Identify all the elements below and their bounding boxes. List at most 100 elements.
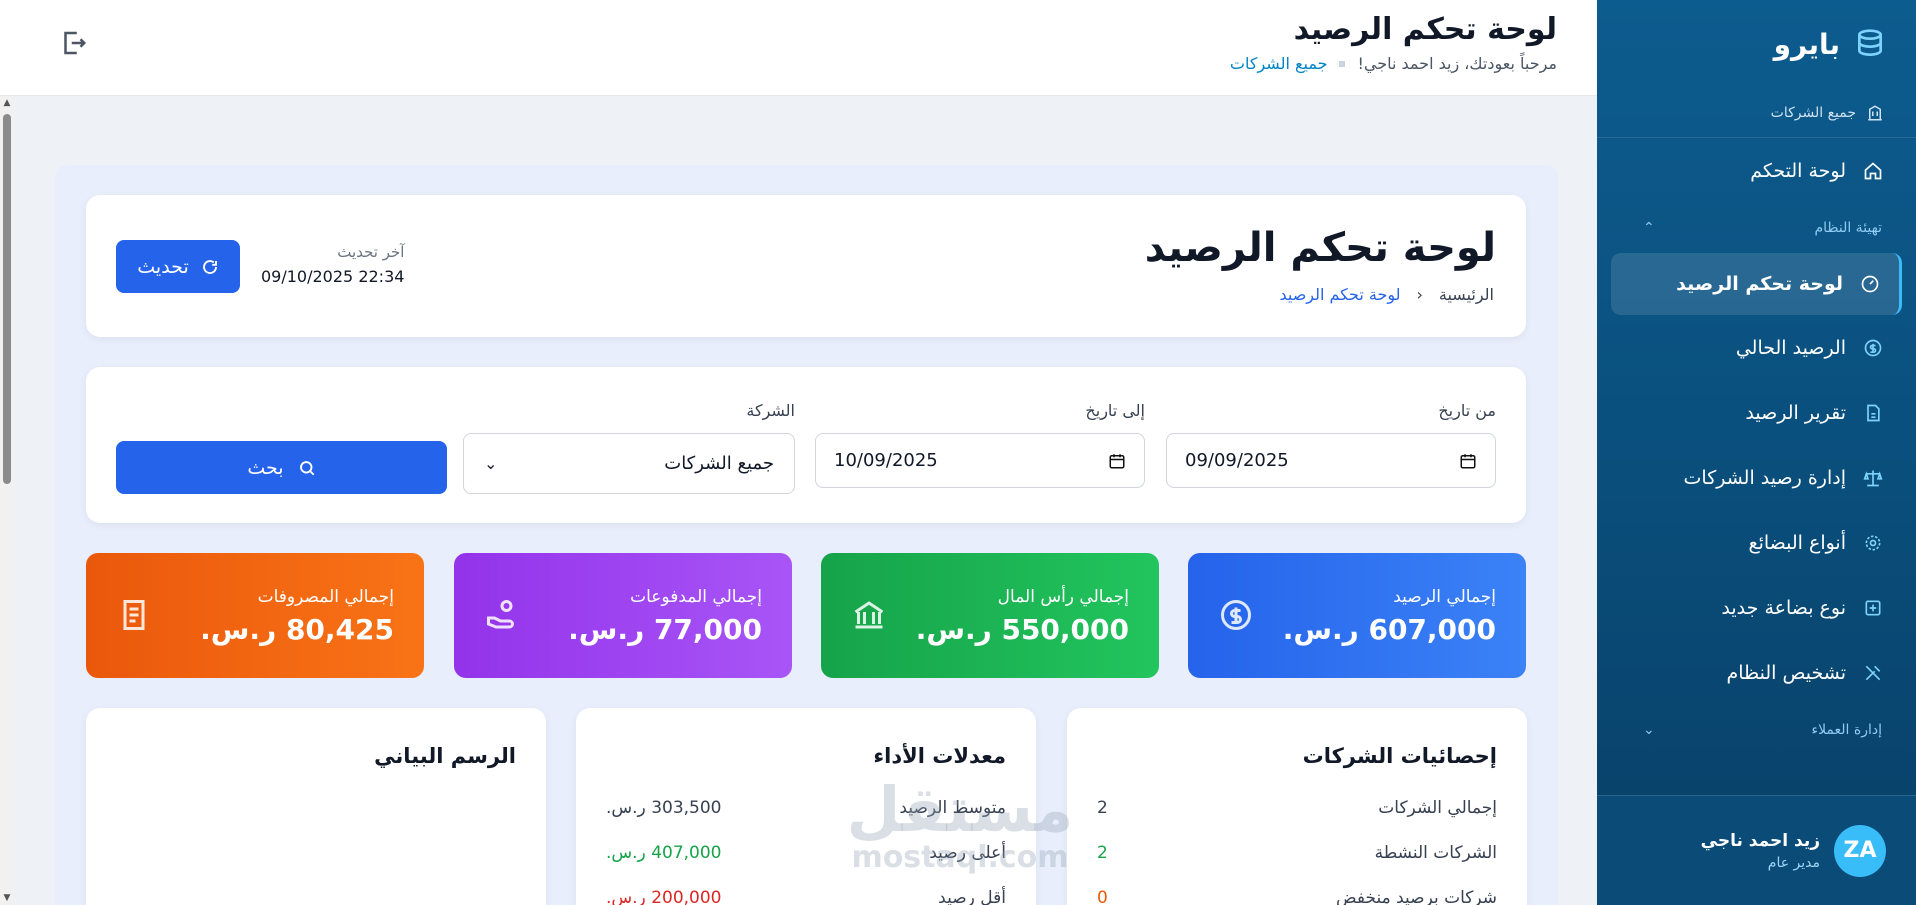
chevron-down-icon: ⌄ [1643,722,1655,738]
sidebar-item-current-balance[interactable]: الرصيد الحالي [1597,315,1916,380]
dollar-circle-icon [1221,600,1251,630]
stat-total-capital: إجمالي رأس المال 550,000 ر.س. [821,553,1159,678]
refresh-button[interactable]: تحديث [116,240,240,293]
stat-label: إجمالي الرصيد [1393,587,1496,607]
row-value: 407,000 ر.س. [606,843,722,863]
breadcrumb-home[interactable]: الرئيسية [1439,285,1494,304]
dashboard-title: لوحة تحكم الرصيد [1144,225,1496,271]
company-link[interactable]: جميع الشركات [1230,54,1328,73]
bank-icon [854,601,884,629]
logout-icon[interactable] [58,28,88,58]
scroll-up-icon[interactable]: ▲ [2,98,12,108]
to-date-label: إلى تاريخ [1085,401,1145,420]
scale-icon [1862,467,1884,489]
sidebar-item-label: لوحة تحكم الرصيد [1676,273,1843,295]
stat-total-balance: إجمالي الرصيد 607,000 ر.س. [1188,553,1526,678]
sidebar-item-dashboard[interactable]: لوحة التحكم [1597,138,1916,203]
home-icon [1862,160,1884,182]
breadcrumb: الرئيسية ‹ لوحة تحكم الرصيد [1279,285,1494,304]
sidebar-item-label: تقرير الرصيد [1745,401,1846,424]
stat-total-expenses: إجمالي المصروفات 80,425 ر.س. [86,553,424,678]
filter-card: من تاريخ 09/09/2025 إلى تاريخ 10/09/2025… [86,367,1526,523]
sidebar-item-label: الرصيد الحالي [1735,336,1846,359]
sidebar-item-label: إدارة رصيد الشركات [1683,466,1846,489]
sidebar-item-goods-types[interactable]: أنواع البضائع [1597,510,1916,575]
row-value: 2 [1097,798,1108,818]
card-title: الرسم البياني [374,744,516,768]
building-icon [1868,104,1882,120]
watermark-latin: mostaql.com [851,840,1069,875]
stat-value: 77,000 ر.س. [568,613,762,646]
list-item: إجمالي الشركات 2 [1097,798,1497,818]
sidebar-item-new-goods-type[interactable]: نوع بضاعة جديد [1597,575,1916,640]
sidebar-item-label: تشخيص النظام [1726,661,1847,684]
scrollbar-thumb[interactable] [3,114,11,484]
sidebar-item-balance-report[interactable]: تقرير الرصيد [1597,380,1916,445]
hand-coins-icon [487,600,514,629]
from-date-input[interactable]: 09/09/2025 [1166,433,1496,488]
row-value: 2 [1097,843,1108,863]
calendar-icon[interactable] [1459,452,1477,470]
chevron-left-icon: ‹ [1416,285,1423,304]
section-system-config[interactable]: تهيئة النظام ⌃ [1597,203,1916,253]
stat-label: إجمالي رأس المال [997,587,1129,607]
list-item: الشركات النشطة 2 [1097,843,1497,863]
sidebar-item-system-diagnostics[interactable]: تشخيص النظام [1597,640,1916,705]
last-update-label: آخر تحديث [337,243,405,261]
stat-value: 80,425 ر.س. [200,613,394,646]
list-item: أقل رصيد 200,000 ر.س. [606,888,1006,905]
user-name: زيد احمد ناجي [1700,830,1820,851]
company-select[interactable]: جميع الشركات ⌄ [463,433,795,494]
company-label: الشركة [746,401,795,420]
stat-value: 550,000 ر.س. [915,613,1129,646]
watermark: مستقل mostaql.com [835,773,1085,876]
page-title: لوحة تحكم الرصيد [1293,12,1557,47]
dashboard-header-card: لوحة تحكم الرصيد الرئيسية ‹ لوحة تحكم ال… [86,195,1526,337]
stat-label: إجمالي المصروفات [257,587,394,607]
brand-name: بايرو [1773,27,1840,61]
card-title: معدلات الأداء [873,744,1006,768]
section-clients[interactable]: إدارة العملاء ⌄ [1597,705,1916,755]
calendar-icon[interactable] [1108,452,1126,470]
refresh-label: تحديث [137,255,189,278]
user-role: مدير عام [1767,854,1820,871]
row-value: 303,500 ر.س. [606,798,722,818]
company-switcher-label: جميع الشركات [1770,104,1856,121]
company-select-value: جميع الشركات [664,453,774,474]
sidebar-item-balance-dashboard[interactable]: لوحة تحكم الرصيد [1611,253,1902,315]
row-value: 200,000 ر.س. [606,888,722,905]
page-scrollbar[interactable]: ▲ ▼ [0,96,14,905]
row-label: شركات برصيد منخفض [1336,888,1497,905]
last-update: آخر تحديث 22:34 09/10/2025 [261,243,404,286]
user-profile[interactable]: ZA زيد احمد ناجي مدير عام [1597,795,1916,905]
stat-value: 607,000 ر.س. [1282,613,1496,646]
sidebar-item-label: لوحة التحكم [1750,159,1846,182]
from-date-value: 09/09/2025 [1185,450,1289,471]
search-button[interactable]: بحث [116,441,447,494]
company-switcher[interactable]: جميع الشركات [1597,88,1916,138]
chevron-up-icon: ⌃ [1643,220,1655,236]
from-date-label: من تاريخ [1438,401,1496,420]
company-stats-card: إحصائيات الشركات إجمالي الشركات 2 الشركا… [1067,708,1527,905]
file-icon [1862,402,1884,424]
watermark-arabic: مستقل [846,773,1074,846]
stat-label: إجمالي المدفوعات [630,587,762,607]
plus-square-icon [1862,597,1884,619]
topbar: لوحة تحكم الرصيد مرحباً بعودتك، زيد احمد… [0,0,1597,96]
to-date-input[interactable]: 10/09/2025 [815,433,1145,488]
sidebar-item-label: أنواع البضائع [1748,531,1846,554]
stat-total-payments: إجمالي المدفوعات 77,000 ر.س. [454,553,792,678]
scroll-down-icon[interactable]: ▼ [2,893,12,903]
sidebar-item-label: نوع بضاعة جديد [1721,596,1846,619]
row-label: إجمالي الشركات [1378,798,1497,818]
separator-dot [1339,60,1346,67]
breadcrumb-current: لوحة تحكم الرصيد [1279,285,1401,304]
welcome-text: مرحباً بعودتك، زيد احمد ناجي! [1357,54,1557,73]
brand[interactable]: بايرو [1597,0,1916,88]
sidebar-item-company-balance[interactable]: إدارة رصيد الشركات [1597,445,1916,510]
dollar-circle-icon [1862,337,1884,359]
gauge-icon [1859,273,1881,295]
row-value: 0 [1097,888,1108,905]
search-label: بحث [247,456,284,479]
receipt-icon [123,600,145,630]
